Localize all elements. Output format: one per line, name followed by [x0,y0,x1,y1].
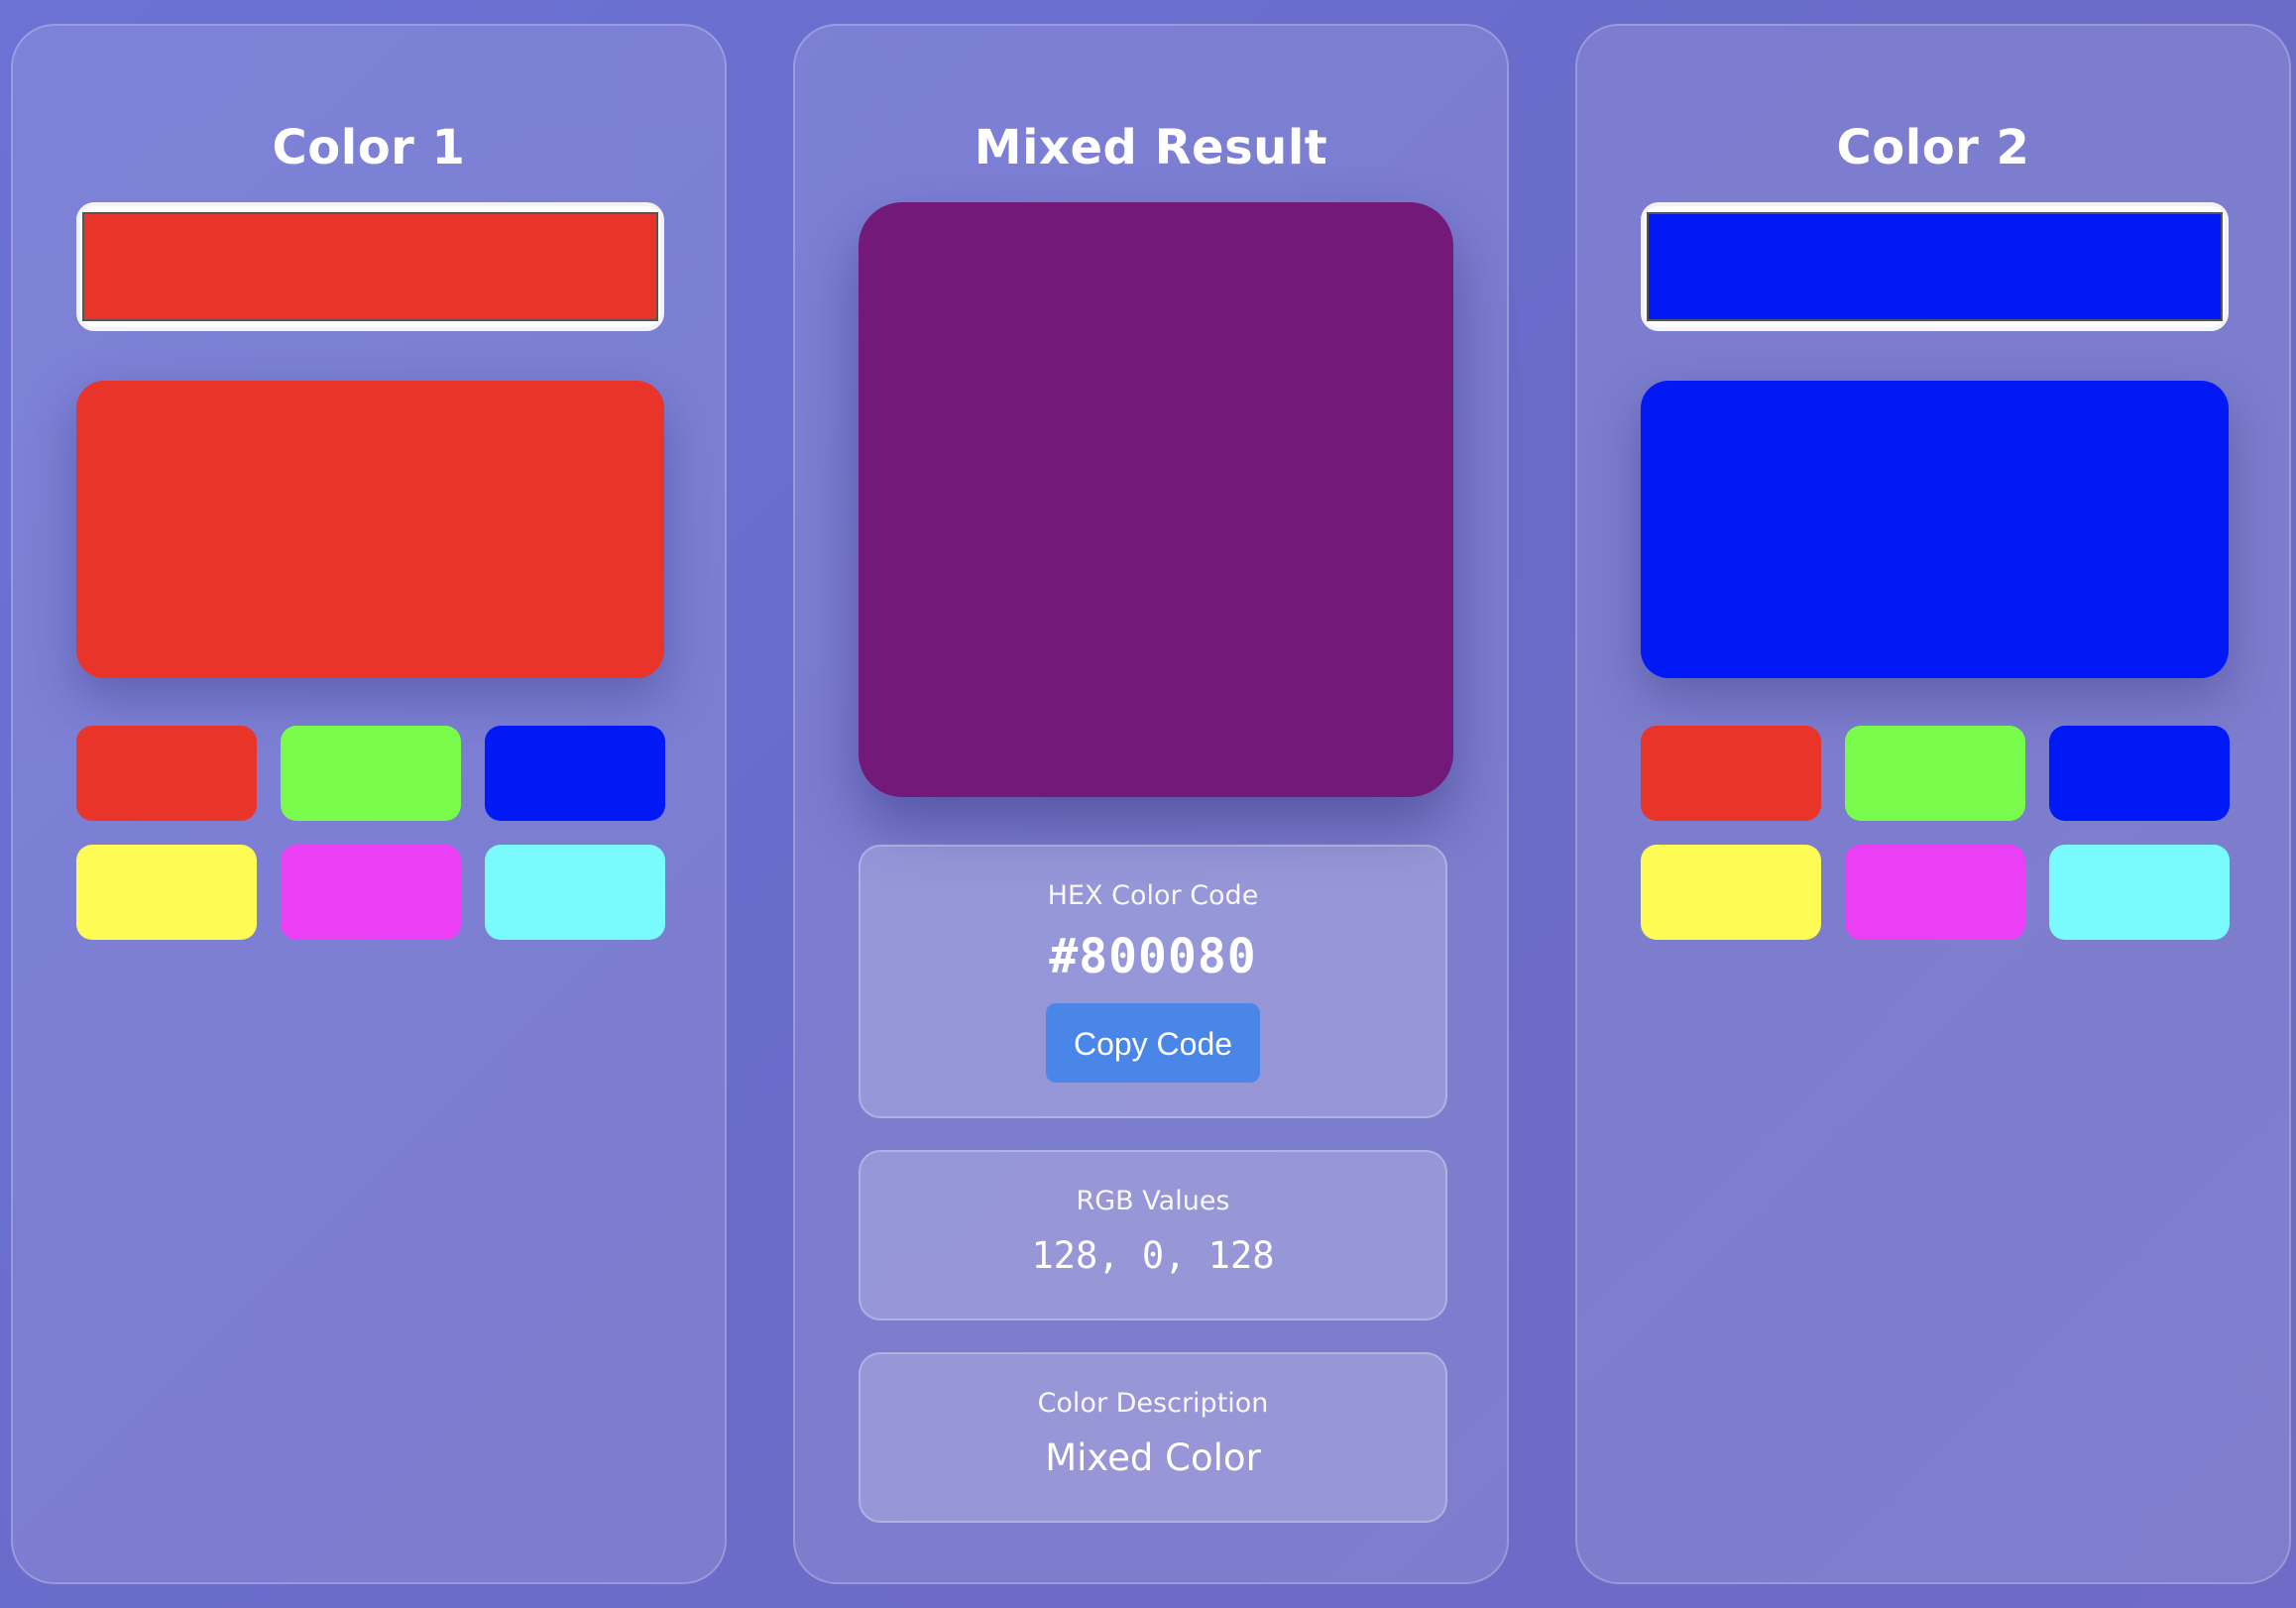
hex-code-card: HEX Color Code #800080 Copy Code [859,845,1447,1118]
color1-swatch-green[interactable] [281,726,461,821]
color-description-value: Mixed Color [1045,1436,1261,1479]
hex-code-label: HEX Color Code [1047,880,1259,911]
color2-title: Color 2 [1836,120,2030,175]
color2-picker-fill [1647,212,2223,321]
mixed-result-panel: Mixed Result HEX Color Code #800080 Copy… [793,24,1509,1584]
color2-picker-input[interactable] [1641,202,2229,331]
copy-code-button[interactable]: Copy Code [1046,1003,1260,1083]
color2-swatch-yellow[interactable] [1641,845,1821,940]
hex-code-value: #800080 [1049,929,1257,984]
mixed-result-title: Mixed Result [974,120,1328,175]
rgb-values-value: 128, 0, 128 [1031,1234,1275,1277]
rgb-values-label: RGB Values [1076,1186,1230,1216]
color1-swatch-cyan[interactable] [485,845,665,940]
color-description-label: Color Description [1037,1388,1269,1419]
color1-panel: Color 1 [11,24,727,1584]
color2-preview [1641,381,2229,678]
rgb-values-card: RGB Values 128, 0, 128 [859,1150,1447,1321]
color1-swatch-grid [76,726,665,940]
color2-swatch-blue[interactable] [2049,726,2230,821]
color1-picker-input[interactable] [76,202,664,331]
color2-swatch-cyan[interactable] [2049,845,2230,940]
color1-swatch-magenta[interactable] [281,845,461,940]
color1-swatch-red[interactable] [76,726,257,821]
color1-preview [76,381,664,678]
color1-swatch-yellow[interactable] [76,845,257,940]
color1-picker-fill [82,212,658,321]
color2-swatch-green[interactable] [1845,726,2025,821]
color1-swatch-blue[interactable] [485,726,665,821]
mixed-color-preview [859,202,1453,797]
color2-swatch-grid [1641,726,2230,940]
color-description-card: Color Description Mixed Color [859,1352,1447,1523]
color2-swatch-magenta[interactable] [1845,845,2025,940]
color1-title: Color 1 [272,120,466,175]
color2-swatch-red[interactable] [1641,726,1821,821]
color2-panel: Color 2 [1575,24,2291,1584]
